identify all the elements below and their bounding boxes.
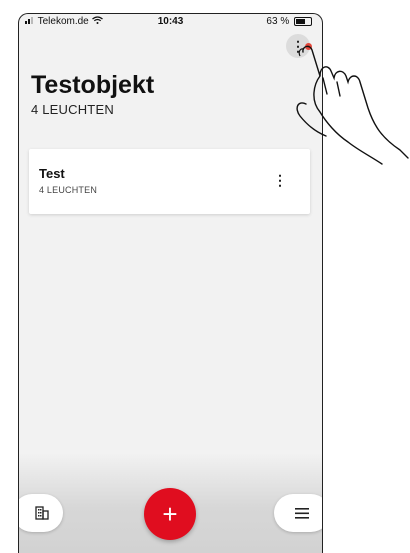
status-bar: Telekom.de 10:43 63 % — [19, 14, 322, 30]
pointing-hand-illustration — [296, 45, 409, 165]
card-more-options-button[interactable]: ⋮ — [273, 173, 287, 189]
card-subtitle: 4 LEUCHTEN — [39, 185, 98, 195]
add-button[interactable]: + — [144, 488, 196, 540]
page-title: Testobjekt — [31, 71, 155, 99]
phone-screen: Telekom.de 10:43 63 % ⋮ Testobjekt 4 LEU… — [18, 13, 323, 553]
main-menu-button[interactable] — [274, 494, 322, 532]
building-icon — [35, 506, 49, 520]
battery-percent: 63 % — [266, 16, 290, 27]
battery-icon — [294, 16, 312, 26]
objects-nav-button[interactable] — [19, 494, 63, 532]
card-title: Test — [39, 166, 65, 181]
page-subtitle: 4 LEUCHTEN — [31, 102, 114, 117]
plus-icon: + — [162, 499, 178, 529]
hamburger-menu-icon — [295, 508, 309, 519]
list-item[interactable]: Test 4 LEUCHTEN ⋮ — [29, 149, 310, 214]
more-vert-icon: ⋮ — [273, 172, 287, 188]
